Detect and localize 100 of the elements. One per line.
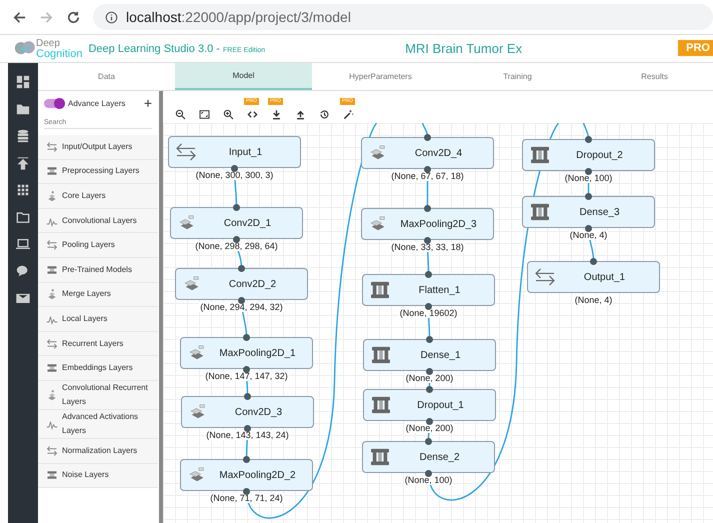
- history-icon[interactable]: [318, 109, 330, 120]
- input-port[interactable]: [244, 392, 251, 400]
- layer-node[interactable]: Conv2D_3: [181, 396, 314, 428]
- input-port[interactable]: [585, 136, 592, 142]
- layer-icon: [46, 264, 58, 276]
- tensor-size-label: (None, 67, 67, 18): [390, 171, 465, 181]
- layer-category[interactable]: Convolutional Layers: [38, 208, 158, 234]
- tensor-size-label: (None, 33, 33, 18): [390, 242, 465, 252]
- layer-category[interactable]: Pre-Trained Models: [38, 258, 158, 283]
- film-strip-icon: [529, 203, 551, 221]
- arrows-icon: [534, 268, 556, 286]
- film-strip-icon: [370, 346, 392, 364]
- logo: Deep Cognition: [14, 38, 82, 58]
- layer-node[interactable]: Dense_3: [522, 196, 655, 228]
- code-icon[interactable]: [246, 109, 258, 120]
- tensor-size-label: (None, 200): [404, 373, 454, 383]
- info-icon: [105, 10, 118, 24]
- upload-icon[interactable]: [294, 109, 306, 120]
- tensor-size-label: (None, 300, 300, 3): [194, 170, 274, 180]
- layer-category[interactable]: Embeddings Layers: [38, 356, 158, 381]
- layer-category[interactable]: Pooling Layers: [38, 233, 158, 258]
- layer-node[interactable]: Dense_2: [362, 441, 495, 473]
- rail-icon[interactable]: [16, 156, 30, 170]
- layer-category[interactable]: Noise Layers: [38, 464, 158, 488]
- film-strip-icon: [370, 396, 392, 414]
- zoom-out-icon[interactable]: [174, 109, 186, 120]
- input-port[interactable]: [424, 134, 431, 140]
- tensor-size-label: (None, 147, 147, 32): [204, 371, 289, 381]
- rail-icon[interactable]: [16, 210, 30, 224]
- layer-icon: [46, 190, 58, 202]
- input-port[interactable]: [426, 386, 433, 392]
- film-strip-icon: [369, 448, 391, 466]
- layer-node[interactable]: Conv2D_1: [170, 207, 303, 239]
- tensor-size-label: (None, 143, 143, 24): [205, 430, 290, 440]
- layer-category[interactable]: Merge Layers: [38, 282, 158, 308]
- layer-category[interactable]: Core Layers: [38, 184, 158, 209]
- layer-category[interactable]: Advanced Activations Layers: [38, 410, 158, 439]
- film-strip-icon: [369, 281, 391, 299]
- add-button[interactable]: +: [144, 97, 152, 109]
- tab[interactable]: Model: [175, 63, 312, 90]
- input-port[interactable]: [238, 264, 245, 272]
- back-icon[interactable]: [12, 10, 27, 24]
- input-port[interactable]: [590, 258, 597, 264]
- layer-node[interactable]: Conv2D_4: [361, 137, 494, 169]
- layer-icon: [46, 444, 58, 457]
- layer-icon: [46, 239, 58, 252]
- magic-wand-icon[interactable]: [342, 109, 354, 120]
- rail-icon[interactable]: [16, 237, 30, 251]
- input-port[interactable]: [425, 438, 432, 444]
- tensor-size-label: (None, 100): [564, 173, 614, 183]
- input-port[interactable]: [585, 192, 592, 200]
- tensor-size-label: (None, 71, 71, 24): [209, 493, 284, 503]
- rail-icon[interactable]: [16, 291, 30, 305]
- tensor-size-label: (None, 294, 294, 32): [199, 302, 284, 312]
- layer-category[interactable]: Input/Output Layers: [38, 135, 158, 160]
- layer-icon: [46, 388, 58, 401]
- layer-node[interactable]: MaxPooling2D_2: [180, 459, 313, 491]
- layer-icon: [46, 469, 58, 482]
- input-port[interactable]: [233, 204, 240, 210]
- tensor-size-label: (None, 298, 298, 64): [194, 241, 279, 251]
- layer-node[interactable]: Flatten_1: [362, 274, 495, 306]
- fit-screen-icon[interactable]: [198, 109, 210, 120]
- input-port[interactable]: [425, 270, 432, 278]
- arrows-icon: [175, 143, 197, 161]
- layer-node[interactable]: Output_1: [527, 261, 660, 293]
- tensor-size-label: (None, 19602): [398, 308, 458, 318]
- tensor-size-label: (None, 200): [404, 423, 454, 433]
- layer-node[interactable]: Dropout_2: [522, 139, 655, 171]
- layer-icon: [46, 338, 58, 350]
- layer-category[interactable]: Recurrent Layers: [38, 332, 158, 356]
- layer-node[interactable]: MaxPooling2D_1: [180, 337, 313, 369]
- download-icon[interactable]: [270, 109, 282, 120]
- tensor-size-label: (None, 4): [574, 295, 614, 305]
- input-port[interactable]: [426, 336, 433, 342]
- layer-category[interactable]: Local Layers: [38, 307, 158, 332]
- layer-icon: [46, 362, 58, 374]
- rail-icon[interactable]: [16, 129, 30, 143]
- layer-node[interactable]: Dense_1: [363, 339, 496, 371]
- layer-node[interactable]: Conv2D_2: [175, 268, 308, 300]
- layer-category[interactable]: Preprocessing Layers: [38, 160, 158, 184]
- input-port[interactable]: [424, 204, 431, 212]
- layer-icon: [46, 288, 58, 300]
- layer-icon: [46, 165, 58, 178]
- rail-icon[interactable]: [16, 75, 30, 89]
- layer-icon: [46, 140, 58, 153]
- layer-node[interactable]: MaxPooling2D_3: [361, 208, 494, 240]
- input-port[interactable]: [243, 456, 250, 462]
- rail-icon[interactable]: [16, 183, 30, 197]
- layer-node[interactable]: Input_1: [168, 136, 301, 168]
- layer-node[interactable]: Dropout_1: [363, 389, 496, 421]
- rail-icon[interactable]: [16, 264, 30, 278]
- toggle-switch[interactable]: [44, 98, 64, 108]
- layer-category[interactable]: Convolutional Recurrent Layers: [38, 380, 158, 410]
- input-port[interactable]: [243, 334, 250, 340]
- reload-icon[interactable]: [66, 10, 81, 24]
- address-bar[interactable]: localhost:22000/app/project/3/model: [93, 4, 713, 30]
- layer-category[interactable]: Normalization Layers: [38, 438, 158, 464]
- rail-icon[interactable]: [16, 102, 30, 116]
- film-strip-icon: [529, 146, 551, 164]
- zoom-in-icon[interactable]: [222, 109, 234, 120]
